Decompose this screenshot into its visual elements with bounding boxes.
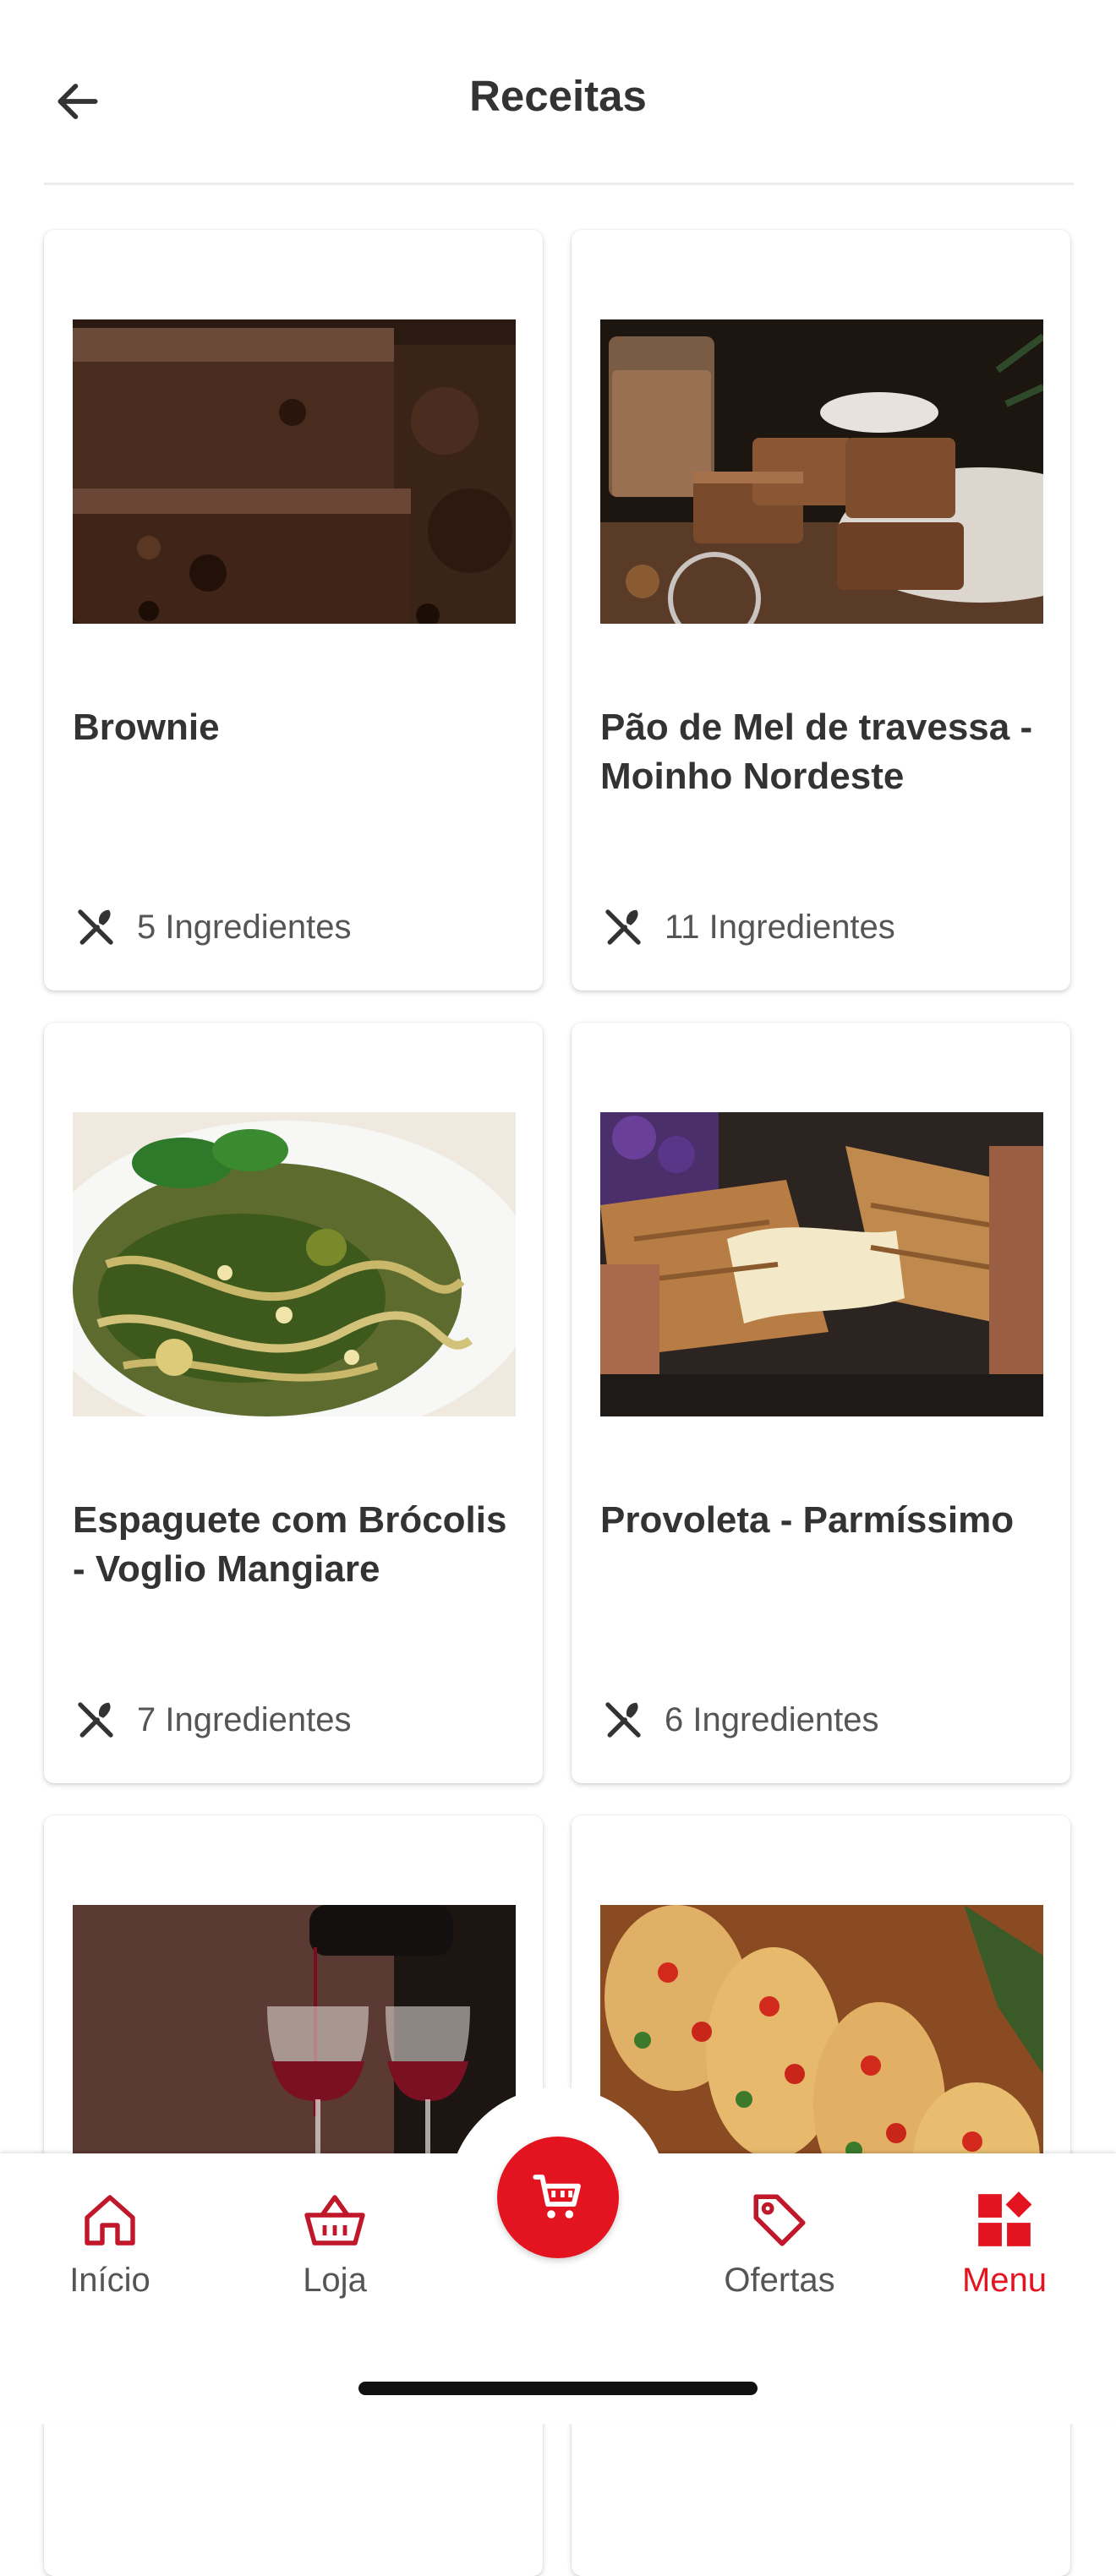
ingredients-count: 5 Ingredientes xyxy=(137,908,352,946)
cart-icon xyxy=(533,2175,581,2219)
recipe-image xyxy=(73,1112,516,1416)
recipe-card[interactable]: Pão de Mel de travessa - Moinho Nordeste… xyxy=(572,230,1070,991)
recipe-title: Espaguete com Brócolis - Voglio Mangiare xyxy=(73,1499,507,1590)
recipe-title: Pão de Mel de travessa - Moinho Nordeste xyxy=(600,707,1033,797)
recipe-ingredients: 5 Ingredientes xyxy=(73,904,352,950)
ingredients-count: 11 Ingredientes xyxy=(665,908,895,946)
nav-item-ofertas[interactable]: Ofertas xyxy=(695,2184,864,2300)
utensils-icon xyxy=(78,909,113,945)
recipe-ingredients: 6 Ingredientes xyxy=(600,1697,879,1743)
ingredients-count: 6 Ingredientes xyxy=(665,1700,879,1738)
home-icon xyxy=(85,2195,135,2246)
recipe-title: Provoleta - Parmíssimo xyxy=(600,1499,1015,1541)
utensils-icon xyxy=(78,1702,113,1738)
nav-item-inicio[interactable]: Início xyxy=(25,2184,194,2300)
ingredients-count: 7 Ingredientes xyxy=(137,1700,352,1738)
nav-label: Início xyxy=(69,2262,150,2299)
recipe-card[interactable]: Espaguete com Brócolis - Voglio Mangiare… xyxy=(44,1023,543,1783)
cart-button[interactable] xyxy=(497,2137,619,2258)
nav-label: Ofertas xyxy=(724,2262,835,2299)
nav-label: Loja xyxy=(303,2262,367,2299)
recipe-ingredients: 11 Ingredientes xyxy=(600,904,895,950)
header: Receitas xyxy=(0,0,1116,186)
recipe-card[interactable]: Provoleta - Parmíssimo 6 Ingredientes xyxy=(572,1023,1070,1783)
basket-icon xyxy=(304,2195,365,2246)
home-indicator xyxy=(358,2382,758,2395)
header-divider xyxy=(44,183,1074,185)
recipe-image xyxy=(600,319,1043,624)
recipe-image xyxy=(600,1112,1043,1416)
recipe-card[interactable]: Brownie 5 Ingredientes xyxy=(44,230,543,991)
recipe-ingredients: 7 Ingredientes xyxy=(73,1697,352,1743)
recipe-image xyxy=(73,319,516,624)
recipe-title: Brownie xyxy=(73,707,220,748)
menu-grid-icon xyxy=(978,2191,1032,2246)
utensils-icon xyxy=(605,1702,641,1738)
page-title: Receitas xyxy=(469,72,647,120)
nav-label: Menu xyxy=(961,2262,1048,2299)
utensils-icon xyxy=(605,909,641,945)
nav-item-menu[interactable]: Menu xyxy=(920,2184,1089,2300)
nav-item-loja[interactable]: Loja xyxy=(250,2184,419,2300)
tag-icon xyxy=(753,2194,806,2246)
